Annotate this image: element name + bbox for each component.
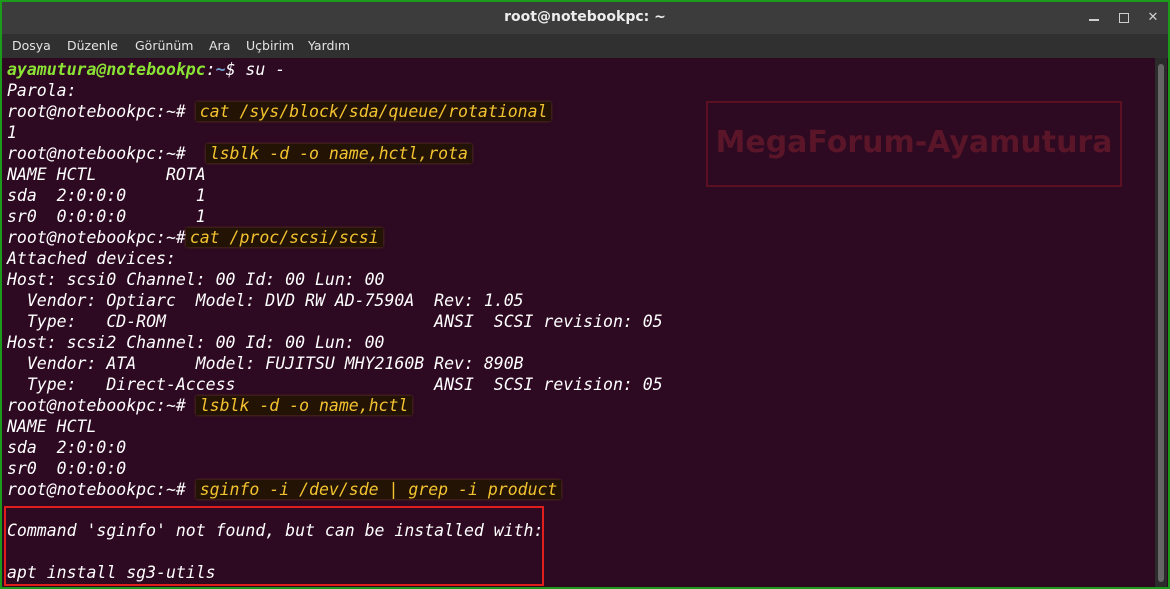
output-line: sda 2:0:0:0 1 [7, 186, 206, 205]
output-line: NAME HCTL [7, 417, 97, 436]
prompt-line: root@notebookpc:~# lsblk -d -o name,hctl… [7, 143, 472, 164]
menu-gorunum[interactable]: Görünüm [135, 38, 193, 53]
terminal-window: root@notebookpc: ~ ✕ Dosya Düzenle Görün… [0, 0, 1170, 589]
output-line: Parola: [7, 81, 77, 100]
prompt-line: root@notebookpc:~# sginfo -i /dev/sde | … [7, 479, 562, 500]
menu-ara[interactable]: Ara [209, 38, 230, 53]
minimize-icon[interactable] [1086, 10, 1102, 26]
watermark: MegaForum-Ayamutura [706, 101, 1122, 187]
root-prompt: root@notebookpc:~# [7, 144, 186, 163]
output-line: sda 2:0:0:0 [7, 438, 127, 457]
close-icon[interactable]: ✕ [1145, 10, 1161, 26]
prompt-line: ayamutura@notebookpc:~$ su - [7, 60, 286, 79]
prompt-line: root@notebookpc:~# cat /sys/block/sda/qu… [7, 101, 552, 122]
output-line: Type: CD-ROM ANSI SCSI revision: 05 [7, 312, 663, 331]
output-line: 1 [7, 123, 17, 142]
highlighted-command: cat /sys/block/sda/queue/rotational [195, 102, 552, 121]
output-line: sr0 0:0:0:0 [7, 459, 127, 478]
prompt-command: $ su - [225, 60, 286, 79]
root-prompt: root@notebookpc:~# [7, 228, 186, 247]
error-highlight-box [4, 506, 544, 586]
menu-duzenle[interactable]: Düzenle [67, 38, 118, 53]
menu-yardim[interactable]: Yardım [308, 38, 350, 53]
title-bar[interactable]: root@notebookpc: ~ ✕ [2, 2, 1168, 34]
maximize-icon[interactable] [1116, 10, 1132, 26]
highlighted-command: cat /proc/scsi/scsi [185, 228, 383, 247]
menu-ucbirim[interactable]: Uçbirim [246, 38, 294, 53]
root-prompt: root@notebookpc:~# [7, 396, 186, 415]
output-line: Type: Direct-Access ANSI SCSI revision: … [7, 375, 663, 394]
scrollbar-thumb[interactable] [1158, 64, 1164, 582]
highlighted-command: lsblk -d -o name,hctl,rota [205, 144, 472, 163]
highlighted-command: sginfo -i /dev/sde | grep -i product [195, 480, 562, 499]
output-line: Vendor: Optiarc Model: DVD RW AD-7590A R… [7, 291, 524, 310]
prompt-line: root@notebookpc:~# cat /proc/scsi/scsi [7, 227, 383, 248]
prompt-path: ~ [215, 60, 226, 79]
window-title: root@notebookpc: ~ [504, 9, 666, 25]
scrollbar[interactable] [1155, 58, 1167, 587]
menu-dosya[interactable]: Dosya [12, 38, 51, 53]
prompt-user: ayamutura@notebookpc [7, 60, 206, 79]
output-line: sr0 0:0:0:0 1 [7, 207, 206, 226]
output-line: Host: scsi0 Channel: 00 Id: 00 Lun: 00 [7, 270, 385, 289]
prompt-line: root@notebookpc:~# lsblk -d -o name,hctl [7, 395, 413, 416]
root-prompt: root@notebookpc:~# [7, 480, 186, 499]
output-line: Vendor: ATA Model: FUJITSU MHY2160B Rev:… [7, 354, 524, 373]
root-prompt: root@notebookpc:~# [7, 102, 186, 121]
output-line: NAME HCTL ROTA [7, 165, 206, 184]
menu-bar: Dosya Düzenle Görünüm Ara Uçbirim Yardım [2, 34, 1168, 58]
output-line: Host: scsi2 Channel: 00 Id: 00 Lun: 00 [7, 333, 385, 352]
highlighted-command: lsblk -d -o name,hctl [195, 396, 413, 415]
output-line: Attached devices: [7, 249, 176, 268]
